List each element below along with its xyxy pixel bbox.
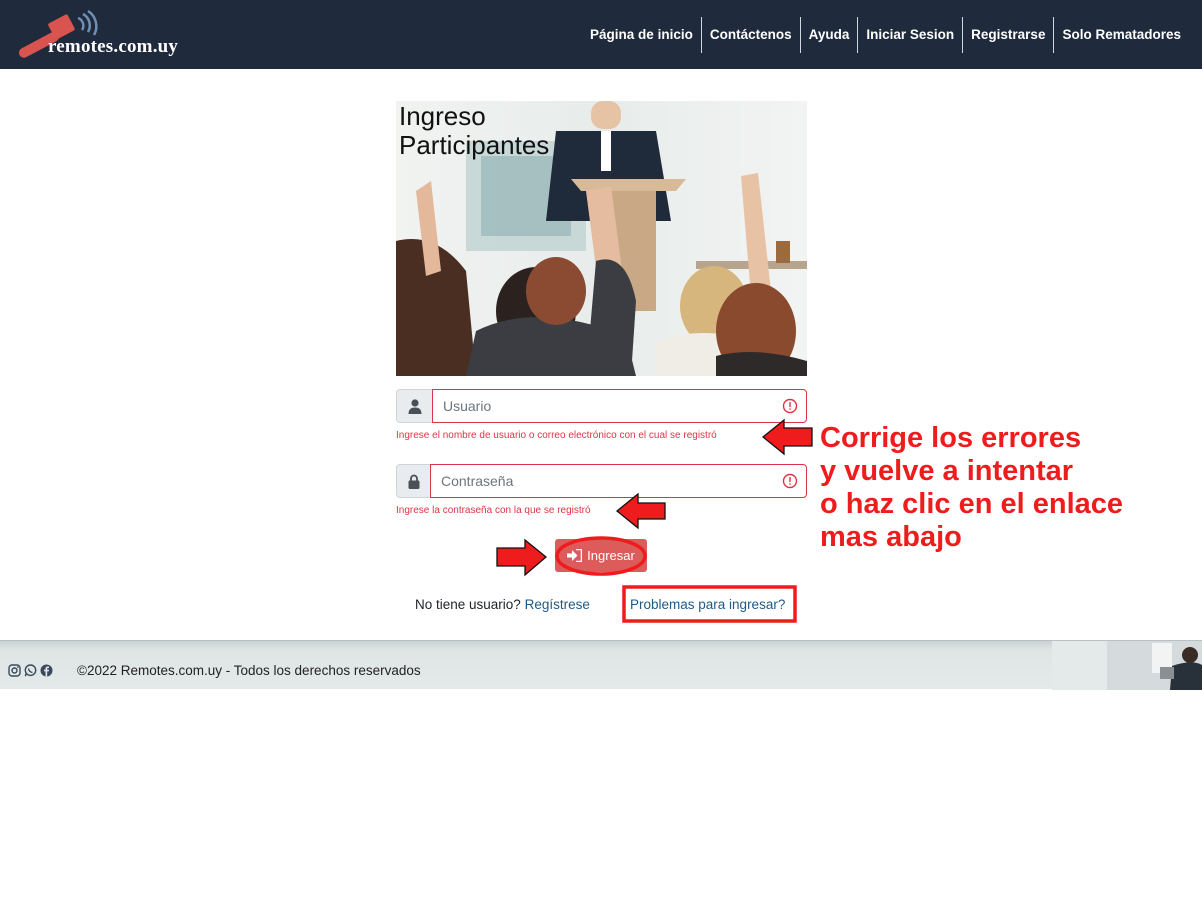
social-icons: [8, 664, 53, 677]
hero-image: Ingreso Participantes: [396, 101, 807, 376]
arrow-right-icon: [496, 538, 548, 577]
user-icon: [408, 398, 421, 414]
footer: ©2022 Remotes.com.uy - Todos los derecho…: [0, 640, 1202, 690]
hero-title: Ingreso Participantes: [399, 102, 549, 160]
arrow-left-icon: [761, 418, 813, 456]
username-error: Ingrese el nombre de usuario o correo el…: [396, 430, 717, 441]
username-addon: [396, 389, 432, 423]
top-navbar: remotes.com.uy Página de inicio Contácte…: [0, 0, 1202, 69]
register-link[interactable]: Regístrese: [525, 597, 590, 612]
login-problems-link[interactable]: Problemas para ingresar?: [630, 597, 785, 612]
ingresar-button[interactable]: Ingresar: [555, 539, 647, 572]
error-alert-icon: [782, 473, 798, 489]
facebook-icon[interactable]: [40, 664, 53, 677]
username-field[interactable]: [432, 389, 807, 423]
password-group: [396, 464, 807, 498]
annotation-line: Corrige los errores: [820, 422, 1082, 454]
password-field[interactable]: [430, 464, 807, 498]
password-input[interactable]: [431, 465, 806, 497]
nav-auctioneers-only[interactable]: Solo Rematadores: [1053, 17, 1189, 53]
annotation-text: Corrige los errores y vuelve a intentar …: [820, 422, 1123, 554]
arrow-left-icon: [615, 492, 666, 530]
error-alert-icon: [782, 398, 798, 414]
whatsapp-icon[interactable]: [24, 664, 37, 677]
nav-login[interactable]: Iniciar Sesion: [857, 17, 962, 53]
footer-copyright: ©2022 Remotes.com.uy - Todos los derecho…: [77, 663, 421, 678]
password-error: Ingrese la contraseña con la que se regi…: [396, 505, 591, 516]
instagram-icon[interactable]: [8, 664, 21, 677]
annotation-line: y vuelve a intentar: [820, 455, 1074, 487]
annotation-line: mas abajo: [820, 521, 962, 553]
annotation-line: o haz clic en el enlace: [820, 488, 1124, 520]
nav-home[interactable]: Página de inicio: [582, 17, 701, 53]
register-prompt: No tiene usuario? Regístrese: [415, 597, 590, 612]
nav-contact[interactable]: Contáctenos: [700, 17, 800, 53]
sign-in-icon: [567, 549, 583, 562]
no-user-text: No tiene usuario?: [415, 597, 521, 612]
nav-help[interactable]: Ayuda: [799, 17, 858, 53]
logo-text[interactable]: remotes.com.uy: [48, 36, 178, 58]
footer-decorative-image: [1052, 641, 1202, 690]
lock-icon: [408, 474, 419, 489]
nav-register[interactable]: Registrarse: [962, 17, 1053, 53]
username-input[interactable]: [433, 390, 806, 422]
hero-title-line2: Participantes: [399, 130, 550, 160]
hero-title-line1: Ingreso: [399, 101, 486, 131]
ingresar-button-label: Ingresar: [587, 548, 635, 563]
main-nav: Página de inicio Contáctenos Ayuda Inici…: [582, 17, 1189, 53]
password-addon: [396, 464, 430, 498]
username-group: [396, 389, 807, 423]
